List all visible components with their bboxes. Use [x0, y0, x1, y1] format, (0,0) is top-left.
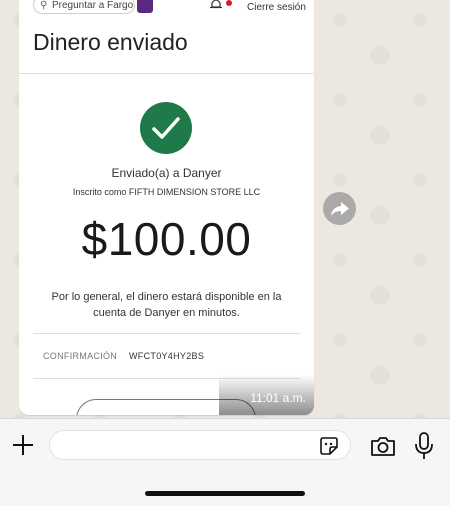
- confirmation-divider: [33, 333, 300, 334]
- amount-sent: $100.00: [81, 213, 252, 265]
- microphone-icon[interactable]: [413, 431, 435, 461]
- forward-button[interactable]: [323, 192, 356, 225]
- image-message-bubble[interactable]: ⚲ Preguntar a Fargo Cierre sesión Dinero…: [19, 0, 314, 415]
- check-circle-icon: [140, 102, 192, 154]
- forward-icon: [331, 202, 349, 216]
- fargo-logo: [137, 0, 153, 13]
- notification-dot: [226, 0, 232, 6]
- bank-top-bar: ⚲ Preguntar a Fargo Cierre sesión: [19, 0, 314, 18]
- plus-icon[interactable]: [11, 433, 35, 457]
- availability-message: Por lo general, el dinero estará disponi…: [51, 291, 282, 319]
- page-title: Dinero enviado: [33, 29, 188, 55]
- home-indicator: [145, 491, 305, 496]
- bank-screenshot: ⚲ Preguntar a Fargo Cierre sesión Dinero…: [19, 0, 314, 415]
- enrolled-as-line: Inscrito como FIFTH DIMENSION STORE LLC: [72, 187, 261, 197]
- message-composer: [0, 418, 450, 506]
- confirmation-label: CONFIRMACIÓN: [43, 351, 118, 361]
- message-timestamp: 11:01 a.m.: [250, 391, 306, 405]
- title-divider: [19, 73, 314, 74]
- ask-fargo-search: ⚲ Preguntar a Fargo: [33, 0, 135, 14]
- search-icon: ⚲: [40, 0, 48, 11]
- confirmation-number: WFCT0Y4HY2BS: [129, 351, 205, 361]
- message-input[interactable]: [49, 430, 351, 460]
- bell-icon: [210, 0, 222, 9]
- logout-link: Cierre sesión: [247, 2, 306, 13]
- sticker-icon[interactable]: [318, 435, 340, 457]
- recipient-line: Enviado(a) a Danyer: [111, 166, 222, 180]
- search-placeholder: Preguntar a Fargo: [52, 0, 134, 11]
- camera-icon[interactable]: [369, 434, 397, 458]
